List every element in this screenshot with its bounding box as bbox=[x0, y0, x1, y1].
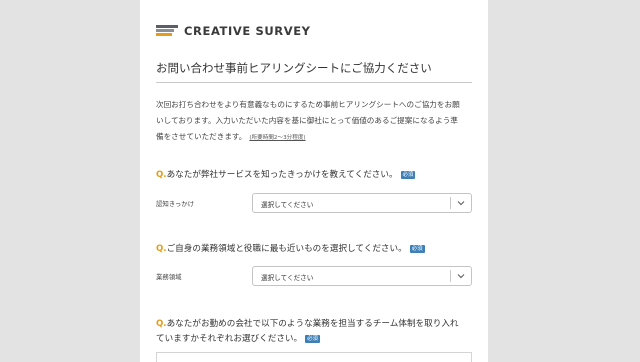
intro-line-3: 備をさせていただきます。 (所要時間2～3分程度) bbox=[156, 129, 474, 146]
question-3: Q.あなたがお勤めの会社で以下のような業務を担当するチーム体制を取り入れ ていま… bbox=[156, 317, 474, 347]
select-divider bbox=[450, 197, 451, 209]
required-badge: 必須 bbox=[400, 170, 416, 179]
intro-text: 次回お打ち合わせをより有意義なものにするため事前ヒアリングシートへのご協力をお願… bbox=[156, 97, 474, 146]
question-text-line-1: あなたがお勤めの会社で以下のような業務を担当するチーム体制を取り入れ bbox=[166, 319, 459, 329]
question-line-1: Q.あなたがお勤めの会社で以下のような業務を担当するチーム体制を取り入れ bbox=[156, 317, 474, 332]
select-value: 選択してください bbox=[261, 274, 314, 282]
field-label-business-area: 業務領域 bbox=[156, 273, 182, 281]
required-badge: 必須 bbox=[409, 244, 425, 253]
brand-name: CREATIVE SURVEY bbox=[184, 24, 311, 38]
time-estimate-note: (所要時間2～3分程度) bbox=[249, 135, 306, 141]
field-label-awareness: 認知きっかけ bbox=[156, 200, 195, 208]
question-2: Q.ご自身の業務領域と役職に最も近いものを選択してください。 必須 bbox=[156, 242, 474, 257]
question-prefix: Q. bbox=[156, 170, 167, 180]
chevron-down-icon[interactable] bbox=[456, 272, 466, 280]
team-structure-table bbox=[156, 352, 472, 362]
intro-line-2: いしております。入力いただいた内容を基に御社にとって価値のあるご提案になるよう準 bbox=[156, 116, 458, 125]
question-text: ご自身の業務領域と役職に最も近いものを選択してください。 bbox=[166, 244, 407, 254]
select-divider bbox=[450, 270, 451, 282]
question-prefix: Q. bbox=[156, 319, 167, 329]
business-area-select[interactable]: 選択してください bbox=[252, 266, 472, 286]
select-value: 選択してください bbox=[261, 201, 314, 209]
question-text: あなたが弊社サービスを知ったきっかけを教えてください。 bbox=[166, 170, 398, 180]
required-badge: 必須 bbox=[305, 334, 320, 343]
question-prefix: Q. bbox=[156, 244, 167, 254]
chevron-down-icon[interactable] bbox=[456, 199, 466, 207]
awareness-select[interactable]: 選択してください bbox=[252, 193, 472, 213]
logo-mark-icon bbox=[156, 23, 178, 39]
question-text-line-2: ていますかそれぞれお選びください。 bbox=[156, 334, 303, 344]
question-line-2: ていますかそれぞれお選びください。 必須 bbox=[156, 332, 474, 347]
intro-line-3-text: 備をさせていただきます。 bbox=[156, 132, 247, 141]
survey-card: CREATIVE SURVEY お問い合わせ事前ヒアリングシートにご協力ください… bbox=[140, 0, 488, 362]
question-1: Q.あなたが弊社サービスを知ったきっかけを教えてください。 必須 bbox=[156, 168, 474, 183]
page-title: お問い合わせ事前ヒアリングシートにご協力ください bbox=[156, 61, 432, 75]
intro-line-1: 次回お打ち合わせをより有意義なものにするため事前ヒアリングシートへのご協力をお願 bbox=[156, 100, 460, 109]
title-divider bbox=[156, 82, 472, 83]
